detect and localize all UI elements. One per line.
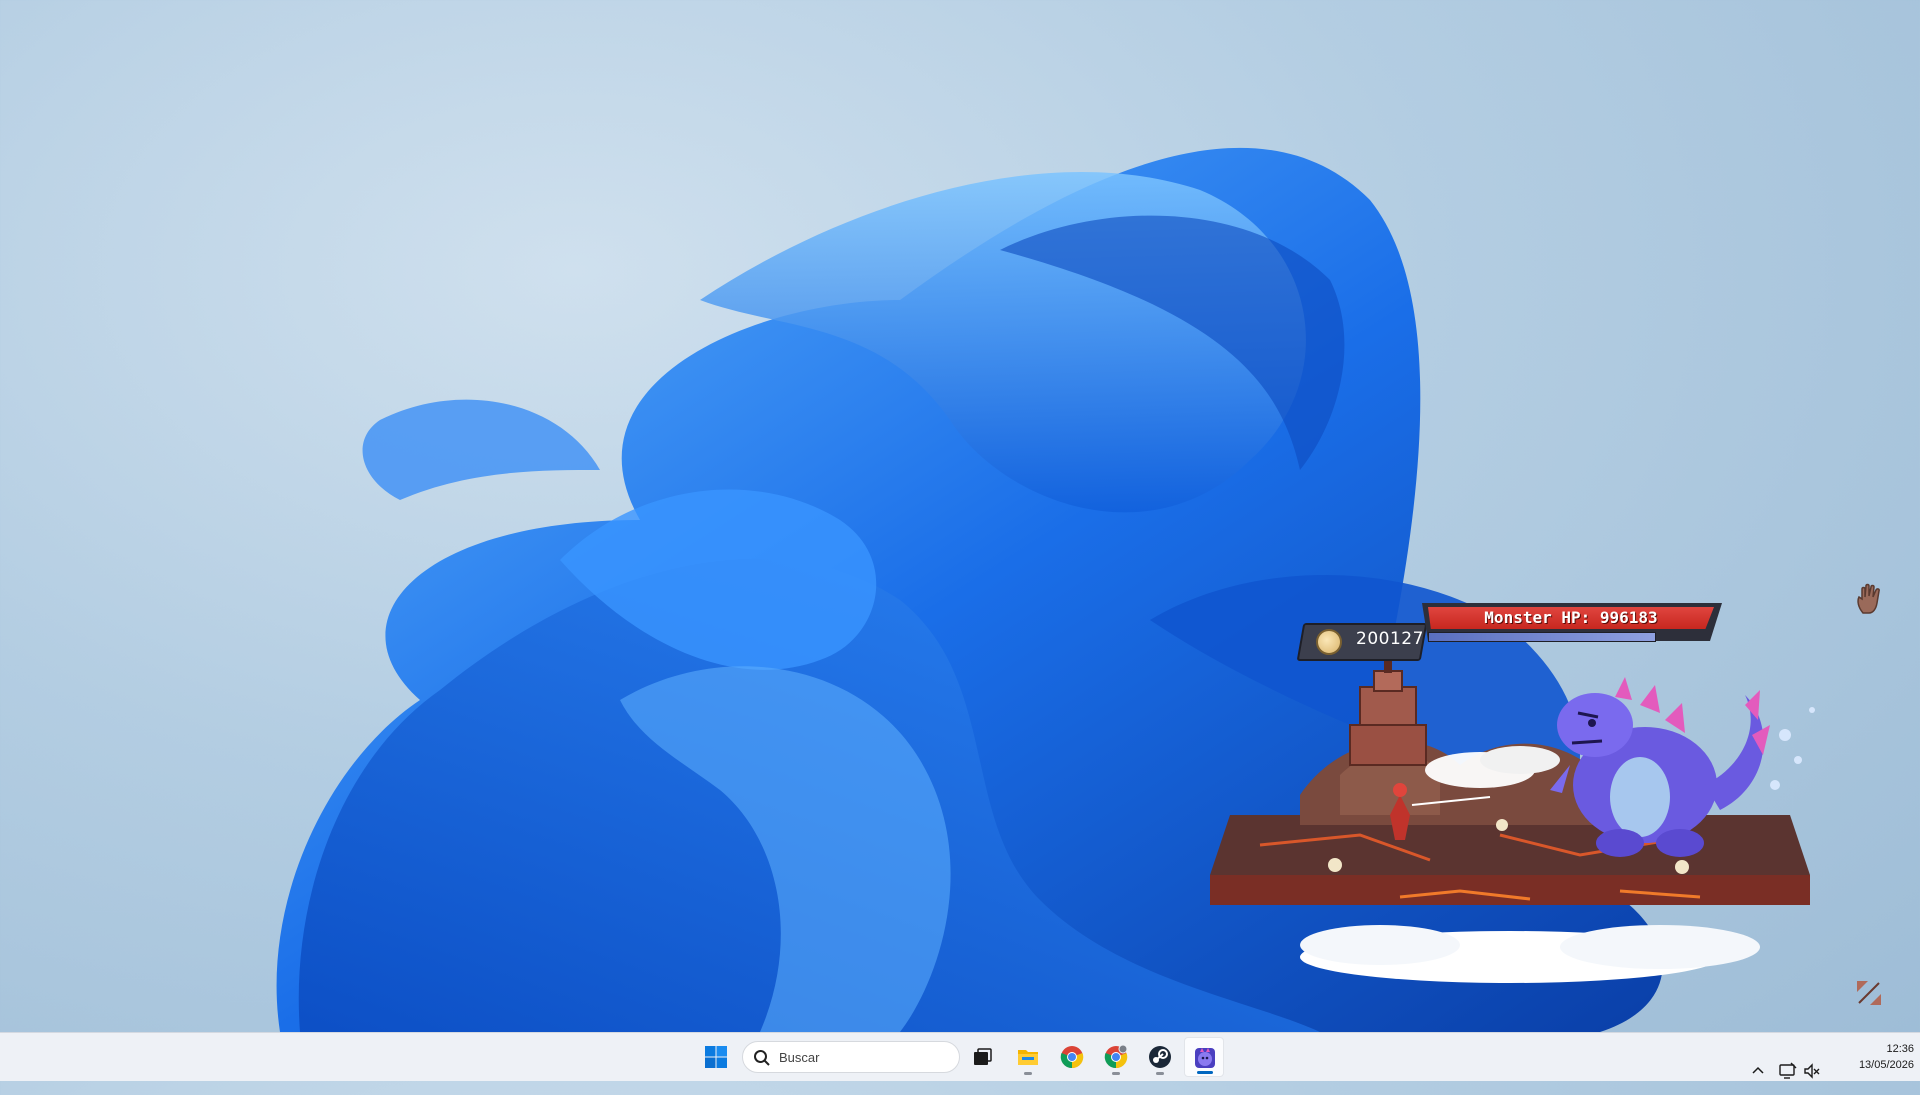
show-hidden-icons-chevron-icon[interactable] [1748,1047,1768,1095]
running-indicator [1156,1072,1164,1075]
hand-grab-icon[interactable] [1855,583,1885,615]
windows-logo-icon [705,1046,727,1068]
network-icon[interactable] [1778,1047,1798,1095]
search-icon [754,1050,770,1066]
monster-hp-sub-bar [1428,632,1656,642]
chrome-profile-icon [1104,1045,1128,1069]
desktop[interactable]: 200127 Monster HP: 996183 [0,0,1920,1032]
game-scene [1210,661,1815,983]
monster-game-icon [1195,1048,1215,1068]
task-view-button[interactable] [962,1037,1002,1077]
clock-time: 12:36 [1886,1043,1914,1055]
chrome-icon [1060,1046,1084,1069]
running-indicator [1197,1071,1213,1074]
chrome-button[interactable] [1052,1037,1092,1077]
search-placeholder: Buscar [779,1050,820,1065]
game-overlay[interactable]: 200127 Monster HP: 996183 [1200,585,1840,1005]
running-indicator [1112,1072,1120,1075]
file-explorer-button[interactable] [1008,1037,1048,1077]
monster-hp-label: Monster HP: 996183 [1484,608,1658,627]
clock[interactable]: 12:36 13/05/2026 [1824,1041,1914,1073]
search-box[interactable]: Buscar [742,1041,960,1073]
chrome-profile-button[interactable] [1096,1037,1136,1077]
resize-handle-icon[interactable] [1854,978,1884,1008]
game-button[interactable] [1184,1037,1224,1077]
running-indicator [1024,1072,1032,1075]
steam-icon [1149,1046,1171,1068]
coin-icon [1316,629,1342,655]
steam-button[interactable] [1140,1037,1180,1077]
clock-date: 13/05/2026 [1858,1059,1914,1071]
folder-icon [1018,1050,1038,1065]
coin-count: 200127 [1356,629,1424,649]
volume-muted-icon[interactable] [1802,1047,1822,1095]
taskbar: Buscar 12:36 13/05/2026 [0,1032,1920,1081]
task-view-icon [974,1048,992,1065]
start-button[interactable] [696,1037,736,1077]
